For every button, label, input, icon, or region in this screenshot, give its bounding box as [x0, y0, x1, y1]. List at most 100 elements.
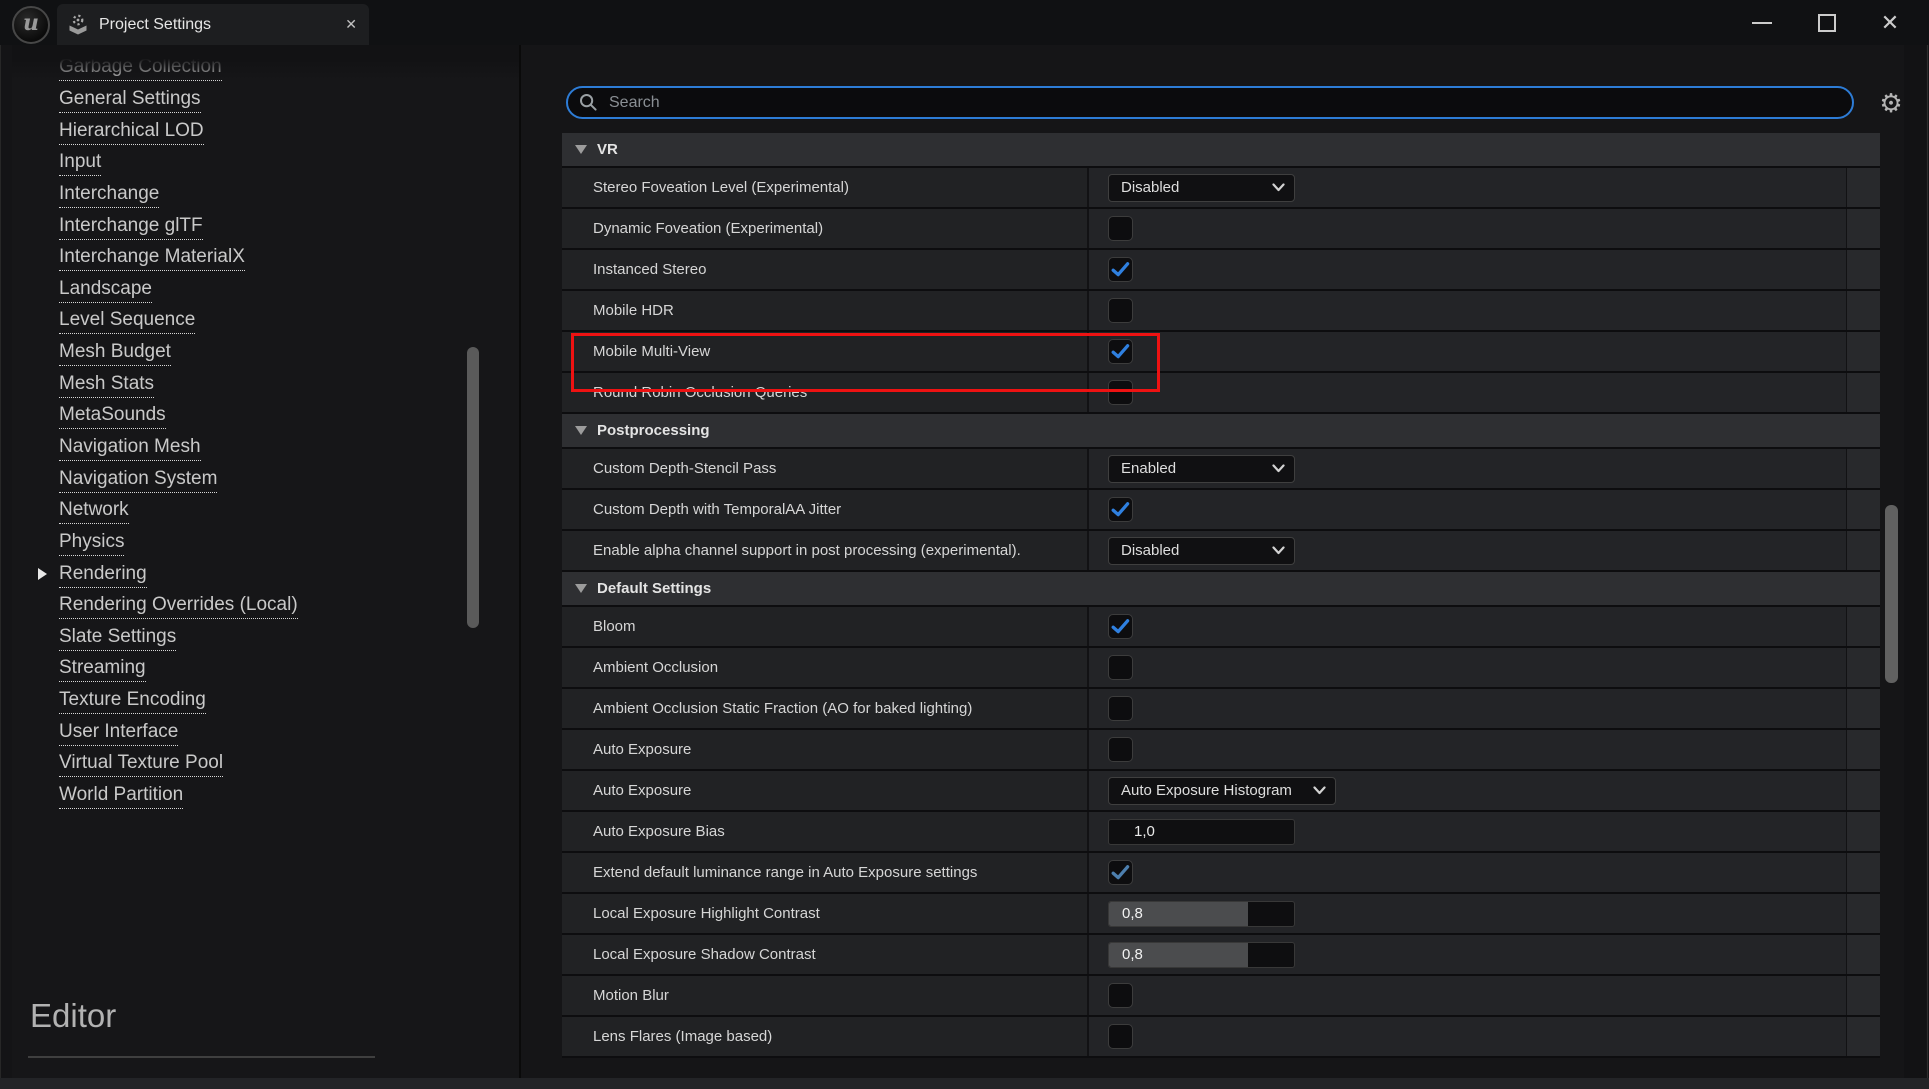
sidebar-item-label[interactable]: User Interface	[59, 721, 178, 746]
setting-value-cell	[1089, 648, 1846, 687]
dropdown-value: Disabled	[1121, 542, 1272, 559]
setting-label-cell: Mobile HDR	[562, 291, 1089, 330]
sidebar-item-hierarchical-lod[interactable]: Hierarchical LOD	[12, 116, 519, 148]
sidebar-item-interchange[interactable]: Interchange	[12, 180, 519, 212]
setting-value-cell	[1089, 332, 1846, 371]
checkbox-lens-flares-image-based[interactable]	[1108, 1024, 1133, 1049]
sidebar-item-streaming[interactable]: Streaming	[12, 654, 519, 686]
setting-label-cell: Lens Flares (Image based)	[562, 1017, 1089, 1056]
sidebar-item-label[interactable]: Interchange glTF	[59, 215, 203, 240]
checkbox-extend-default-luminance-range-in-auto-exposure-settings[interactable]	[1108, 860, 1133, 885]
sidebar-item-label[interactable]: Virtual Texture Pool	[59, 752, 223, 777]
sidebar-item-garbage-collection[interactable]: Garbage Collection	[12, 53, 519, 85]
checkbox-custom-depth-with-temporalaa-jitter[interactable]	[1108, 497, 1133, 522]
setting-label: Instanced Stereo	[593, 261, 706, 278]
reset-to-default-cell	[1846, 531, 1880, 570]
sidebar-item-slate-settings[interactable]: Slate Settings	[12, 623, 519, 655]
reset-to-default-cell	[1846, 291, 1880, 330]
sidebar-item-label[interactable]: Navigation System	[59, 468, 217, 493]
sidebar-item-rendering[interactable]: Rendering	[12, 559, 519, 591]
sidebar-item-label[interactable]: Network	[59, 499, 129, 524]
sidebar-item-label[interactable]: Interchange MaterialX	[59, 246, 245, 271]
sidebar-scrollbar[interactable]	[467, 347, 479, 628]
search-input[interactable]	[607, 93, 1852, 113]
slider-input-local-exposure-shadow-contrast[interactable]: 0,8	[1108, 942, 1295, 968]
sidebar-item-texture-encoding[interactable]: Texture Encoding	[12, 686, 519, 718]
checkbox-auto-exposure[interactable]	[1108, 737, 1133, 762]
sidebar-item-label[interactable]: MetaSounds	[59, 404, 166, 429]
sidebar-divider	[28, 1056, 375, 1058]
window-close-button[interactable]: ✕	[1868, 0, 1912, 45]
dropdown-auto-exposure[interactable]: Auto Exposure Histogram	[1108, 777, 1336, 805]
sidebar-item-interchange-materialx[interactable]: Interchange MaterialX	[12, 243, 519, 275]
sidebar-item-label[interactable]: Rendering	[59, 563, 147, 588]
sidebar-item-landscape[interactable]: Landscape	[12, 274, 519, 306]
sidebar-item-label[interactable]: General Settings	[59, 88, 201, 113]
sidebar-item-metasounds[interactable]: MetaSounds	[12, 401, 519, 433]
setting-label-cell: Local Exposure Shadow Contrast	[562, 935, 1089, 974]
sidebar-item-world-partition[interactable]: World Partition	[12, 781, 519, 813]
tab-close-icon[interactable]: ✕	[345, 16, 357, 33]
window-maximize-button[interactable]	[1805, 0, 1849, 45]
sidebar-item-label[interactable]: Navigation Mesh	[59, 436, 201, 461]
sidebar-item-general-settings[interactable]: General Settings	[12, 85, 519, 117]
sidebar-item-interchange-gltf[interactable]: Interchange glTF	[12, 211, 519, 243]
dropdown-enable-alpha-channel-support-in-post-processing-experimental[interactable]: Disabled	[1108, 537, 1295, 565]
dropdown-custom-depth-stencil-pass[interactable]: Enabled	[1108, 455, 1295, 483]
sidebar-item-label[interactable]: Slate Settings	[59, 626, 176, 651]
sidebar-item-label[interactable]: Garbage Collection	[59, 56, 222, 81]
sidebar-item-rendering-overrides-local[interactable]: Rendering Overrides (Local)	[12, 591, 519, 623]
sidebar-item-label[interactable]: Texture Encoding	[59, 689, 206, 714]
sidebar-item-mesh-stats[interactable]: Mesh Stats	[12, 369, 519, 401]
checkbox-instanced-stereo[interactable]	[1108, 257, 1133, 282]
sidebar-item-network[interactable]: Network	[12, 496, 519, 528]
section-header-default-settings[interactable]: Default Settings	[562, 572, 1880, 607]
sidebar-item-physics[interactable]: Physics	[12, 528, 519, 560]
checkbox-dynamic-foveation-experimental[interactable]	[1108, 216, 1133, 241]
sidebar-item-label[interactable]: World Partition	[59, 784, 183, 809]
sidebar-item-label[interactable]: Hierarchical LOD	[59, 120, 204, 145]
checkbox-ambient-occlusion-static-fraction-ao-for-baked-lighting[interactable]	[1108, 696, 1133, 721]
section-header-postprocessing[interactable]: Postprocessing	[562, 414, 1880, 449]
checkbox-mobile-hdr[interactable]	[1108, 298, 1133, 323]
setting-label: Custom Depth-Stencil Pass	[593, 460, 776, 477]
window-minimize-button[interactable]	[1740, 0, 1784, 45]
slider-input-local-exposure-highlight-contrast[interactable]: 0,8	[1108, 901, 1295, 927]
number-input-auto-exposure-bias[interactable]: 1,0	[1108, 819, 1295, 845]
sidebar-item-virtual-texture-pool[interactable]: Virtual Texture Pool	[12, 749, 519, 781]
reset-to-default-cell	[1846, 332, 1880, 371]
project-settings-tab[interactable]: Project Settings ✕	[57, 4, 369, 45]
main-scrollbar[interactable]	[1885, 505, 1898, 683]
setting-label-cell: Ambient Occlusion Static Fraction (AO fo…	[562, 689, 1089, 728]
checkbox-round-robin-occlusion-queries[interactable]	[1108, 380, 1133, 405]
setting-label: Auto Exposure	[593, 782, 691, 799]
sidebar-item-label[interactable]: Level Sequence	[59, 309, 195, 334]
checkbox-mobile-multi-view[interactable]	[1108, 339, 1133, 364]
dropdown-stereo-foveation-level-experimental[interactable]: Disabled	[1108, 174, 1295, 202]
sidebar-item-label[interactable]: Mesh Stats	[59, 373, 154, 398]
sidebar-item-navigation-mesh[interactable]: Navigation Mesh	[12, 433, 519, 465]
sidebar-item-mesh-budget[interactable]: Mesh Budget	[12, 338, 519, 370]
checkbox-ambient-occlusion[interactable]	[1108, 655, 1133, 680]
section-header-vr[interactable]: VR	[562, 133, 1880, 168]
collapse-arrow-icon	[575, 426, 587, 435]
setting-value-cell: 1,0	[1089, 812, 1846, 851]
sidebar-item-label[interactable]: Landscape	[59, 278, 152, 303]
checkbox-motion-blur[interactable]	[1108, 983, 1133, 1008]
unreal-engine-logo-icon[interactable]: u	[12, 6, 50, 44]
sidebar-item-navigation-system[interactable]: Navigation System	[12, 464, 519, 496]
sidebar-item-user-interface[interactable]: User Interface	[12, 717, 519, 749]
sidebar-item-input[interactable]: Input	[12, 148, 519, 180]
reset-to-default-cell	[1846, 250, 1880, 289]
sidebar-item-label[interactable]: Streaming	[59, 657, 146, 682]
setting-label: Extend default luminance range in Auto E…	[593, 864, 977, 881]
setting-value-cell: Disabled	[1089, 531, 1846, 570]
sidebar-item-label[interactable]: Physics	[59, 531, 124, 556]
sidebar-item-label[interactable]: Rendering Overrides (Local)	[59, 594, 298, 619]
sidebar-item-label[interactable]: Mesh Budget	[59, 341, 171, 366]
settings-row-stereo-foveation-level-experimental: Stereo Foveation Level (Experimental)Dis…	[562, 168, 1880, 209]
sidebar-item-label[interactable]: Interchange	[59, 183, 159, 208]
sidebar-item-level-sequence[interactable]: Level Sequence	[12, 306, 519, 338]
sidebar-item-label[interactable]: Input	[59, 151, 101, 176]
checkbox-bloom[interactable]	[1108, 614, 1133, 639]
